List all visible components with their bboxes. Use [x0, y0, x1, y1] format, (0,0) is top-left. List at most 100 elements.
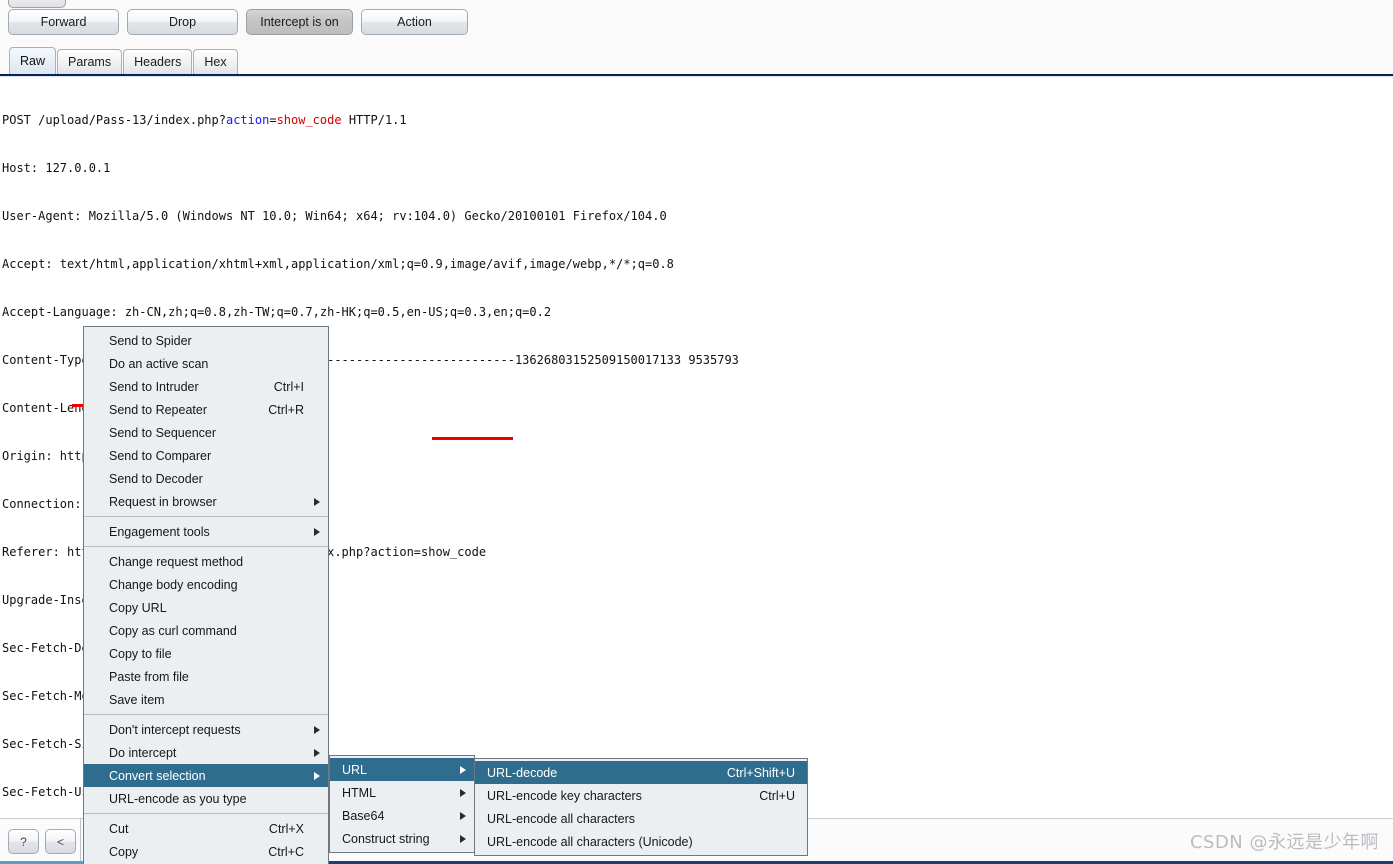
tab-params[interactable]: Params — [57, 49, 123, 74]
menu-item-send-to-repeater[interactable]: Send to Repeater Ctrl+R — [84, 398, 328, 421]
menu-item-dont-intercept-requests[interactable]: Don't intercept requests — [84, 718, 328, 741]
submenu-item-url[interactable]: URL — [330, 758, 474, 781]
chevron-right-icon — [314, 725, 320, 734]
submenu-item-url-decode[interactable]: URL-decode Ctrl+Shift+U — [475, 761, 807, 784]
convert-selection-submenu[interactable]: URL HTML Base64 Construct string — [329, 755, 475, 853]
submenu-item-url-encode-all-characters-unicode[interactable]: URL-encode all characters (Unicode) — [475, 830, 807, 853]
partial-button-above-toolbar[interactable] — [8, 0, 66, 8]
menu-separator — [84, 546, 328, 547]
menu-item-send-to-decoder[interactable]: Send to Decoder — [84, 467, 328, 490]
submenu-item-base64[interactable]: Base64 — [330, 804, 474, 827]
menu-item-label: Send to Spider — [109, 333, 192, 348]
request-line: POST /upload/Pass-13/index.php?action=sh… — [2, 112, 1393, 128]
chevron-right-icon — [460, 834, 466, 843]
menu-item-change-request-method[interactable]: Change request method — [84, 550, 328, 573]
menu-item-label: Save item — [109, 692, 165, 707]
menu-item-label: Change request method — [109, 554, 244, 569]
menu-item-do-an-active-scan[interactable]: Do an active scan — [84, 352, 328, 375]
submenu-item-url-encode-key-characters[interactable]: URL-encode key characters Ctrl+U — [475, 784, 807, 807]
menu-item-label: Change body encoding — [109, 577, 238, 592]
chevron-right-icon — [460, 788, 466, 797]
header-user-agent: User-Agent: Mozilla/5.0 (Windows NT 10.0… — [2, 209, 667, 223]
chevron-right-icon — [460, 765, 466, 774]
message-view-tabs: Raw Params Headers Hex — [9, 47, 239, 74]
menu-item-convert-selection[interactable]: Convert selection — [84, 764, 328, 787]
previous-button-label: < — [56, 834, 64, 849]
intercept-toolbar: Forward Drop Intercept is on Action — [8, 9, 468, 35]
request-line-proto: HTTP/1.1 — [341, 113, 407, 127]
request-line-method: POST /upload/Pass-13/index.php? — [2, 113, 226, 127]
tab-headers-label: Headers — [134, 55, 182, 69]
intercept-toggle-button[interactable]: Intercept is on — [246, 9, 353, 35]
forward-button[interactable]: Forward — [8, 9, 119, 35]
watermark: CSDN @永远是少年啊 — [1189, 832, 1379, 853]
menu-item-cut[interactable]: Cut Ctrl+X — [84, 817, 328, 840]
menu-item-label: Send to Sequencer — [109, 425, 217, 440]
menu-item-do-intercept[interactable]: Do intercept — [84, 741, 328, 764]
url-conversion-submenu[interactable]: URL-decode Ctrl+Shift+U URL-encode key ch… — [474, 758, 808, 856]
action-button-label: Action — [397, 15, 432, 29]
menu-item-send-to-comparer[interactable]: Send to Comparer — [84, 444, 328, 467]
menu-item-save-item[interactable]: Save item — [84, 688, 328, 711]
tab-hex[interactable]: Hex — [193, 49, 238, 74]
chevron-right-icon — [314, 527, 320, 536]
menu-item-send-to-sequencer[interactable]: Send to Sequencer — [84, 421, 328, 444]
menu-item-accelerator: Ctrl+R — [268, 402, 304, 417]
tab-hex-label: Hex — [204, 55, 227, 69]
burp-intercept-window: Forward Drop Intercept is on Action Raw … — [0, 0, 1393, 864]
submenu-item-label: Base64 — [342, 808, 385, 823]
request-line-value: show_code — [276, 113, 342, 127]
submenu-item-label: HTML — [342, 785, 377, 800]
menu-item-label: Send to Intruder — [109, 379, 199, 394]
submenu-item-label: URL-encode all characters — [487, 811, 635, 826]
submenu-item-accelerator: Ctrl+U — [759, 788, 795, 803]
menu-item-send-to-spider[interactable]: Send to Spider — [84, 329, 328, 352]
menu-item-label: Request in browser — [109, 494, 217, 509]
chevron-right-icon — [460, 811, 466, 820]
submenu-item-html[interactable]: HTML — [330, 781, 474, 804]
action-button[interactable]: Action — [361, 9, 468, 35]
menu-item-accelerator: Ctrl+I — [273, 379, 304, 394]
menu-item-copy-as-curl-command[interactable]: Copy as curl command — [84, 619, 328, 642]
menu-separator — [84, 714, 328, 715]
submenu-item-url-encode-all-characters[interactable]: URL-encode all characters — [475, 807, 807, 830]
submenu-item-construct-string[interactable]: Construct string — [330, 827, 474, 850]
request-line-eq: = — [269, 113, 277, 127]
menu-item-send-to-intruder[interactable]: Send to Intruder Ctrl+I — [84, 375, 328, 398]
forward-button-label: Forward — [40, 15, 87, 29]
menu-item-label: Cut — [109, 821, 129, 836]
annotation-underline-filename — [432, 437, 513, 440]
header-host: Host: 127.0.0.1 — [2, 161, 111, 175]
tab-headers[interactable]: Headers — [123, 49, 193, 74]
submenu-item-label: Construct string — [342, 831, 430, 846]
header-accept-language: Accept-Language: zh-CN,zh;q=0.8,zh-TW;q=… — [2, 305, 552, 319]
menu-item-label: Engagement tools — [109, 524, 210, 539]
menu-item-request-in-browser[interactable]: Request in browser — [84, 490, 328, 513]
menu-separator — [84, 813, 328, 814]
chevron-right-icon — [314, 748, 320, 757]
help-button[interactable]: ? — [8, 829, 39, 854]
menu-item-copy[interactable]: Copy Ctrl+C — [84, 840, 328, 863]
previous-button[interactable]: < — [45, 829, 76, 854]
menu-item-label: Paste from file — [109, 669, 189, 684]
submenu-item-label: URL-encode key characters — [487, 788, 642, 803]
drop-button[interactable]: Drop — [127, 9, 238, 35]
tab-raw[interactable]: Raw — [9, 47, 57, 74]
menu-item-label: Copy — [109, 844, 139, 859]
header-accept: Accept: text/html,application/xhtml+xml,… — [2, 257, 674, 271]
request-line-param: action — [225, 113, 270, 127]
submenu-item-label: URL — [342, 762, 368, 777]
menu-item-label: Do intercept — [109, 745, 177, 760]
menu-item-accelerator: Ctrl+X — [268, 821, 304, 836]
menu-item-copy-url[interactable]: Copy URL — [84, 596, 328, 619]
context-menu[interactable]: Send to Spider Do an active scan Send to… — [83, 326, 329, 864]
submenu-item-label: URL-decode — [487, 765, 558, 780]
menu-item-copy-to-file[interactable]: Copy to file — [84, 642, 328, 665]
menu-item-label: Send to Decoder — [109, 471, 203, 486]
menu-item-label: Don't intercept requests — [109, 722, 241, 737]
menu-item-change-body-encoding[interactable]: Change body encoding — [84, 573, 328, 596]
menu-item-paste-from-file[interactable]: Paste from file — [84, 665, 328, 688]
chevron-right-icon — [314, 497, 320, 506]
menu-item-engagement-tools[interactable]: Engagement tools — [84, 520, 328, 543]
menu-item-url-encode-as-you-type[interactable]: URL-encode as you type — [84, 787, 328, 810]
